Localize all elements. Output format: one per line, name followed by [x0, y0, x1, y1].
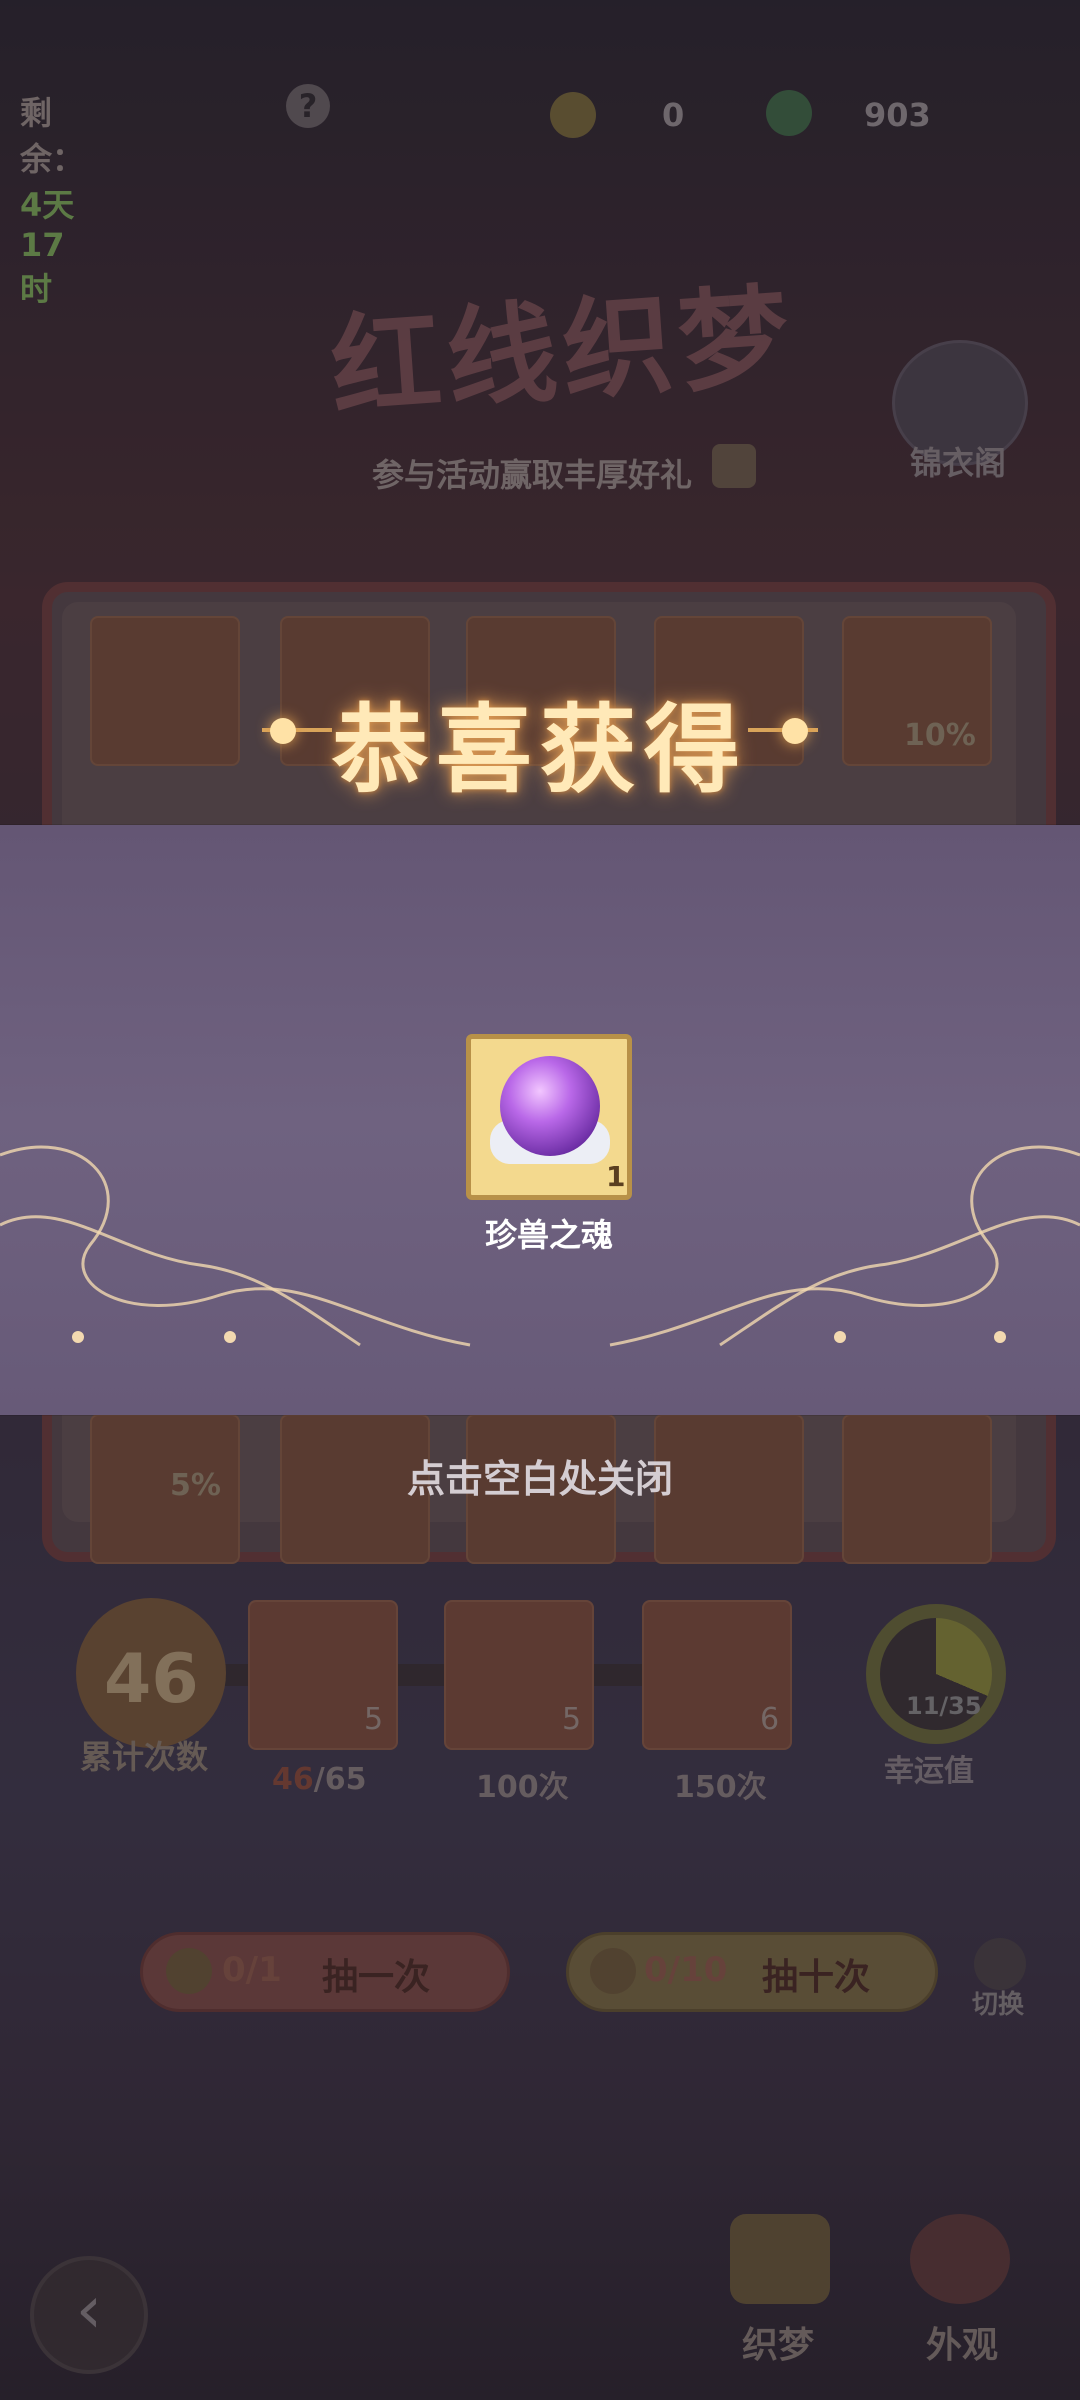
- spirit-orb-icon: [500, 1056, 600, 1156]
- reward-item-quantity: 1: [606, 1160, 626, 1193]
- reward-item-name: 珍兽之魂: [484, 1216, 613, 1254]
- close-hint[interactable]: 点击空白处关闭: [0, 1448, 1080, 1503]
- modal-title: 恭喜获得: [332, 693, 748, 806]
